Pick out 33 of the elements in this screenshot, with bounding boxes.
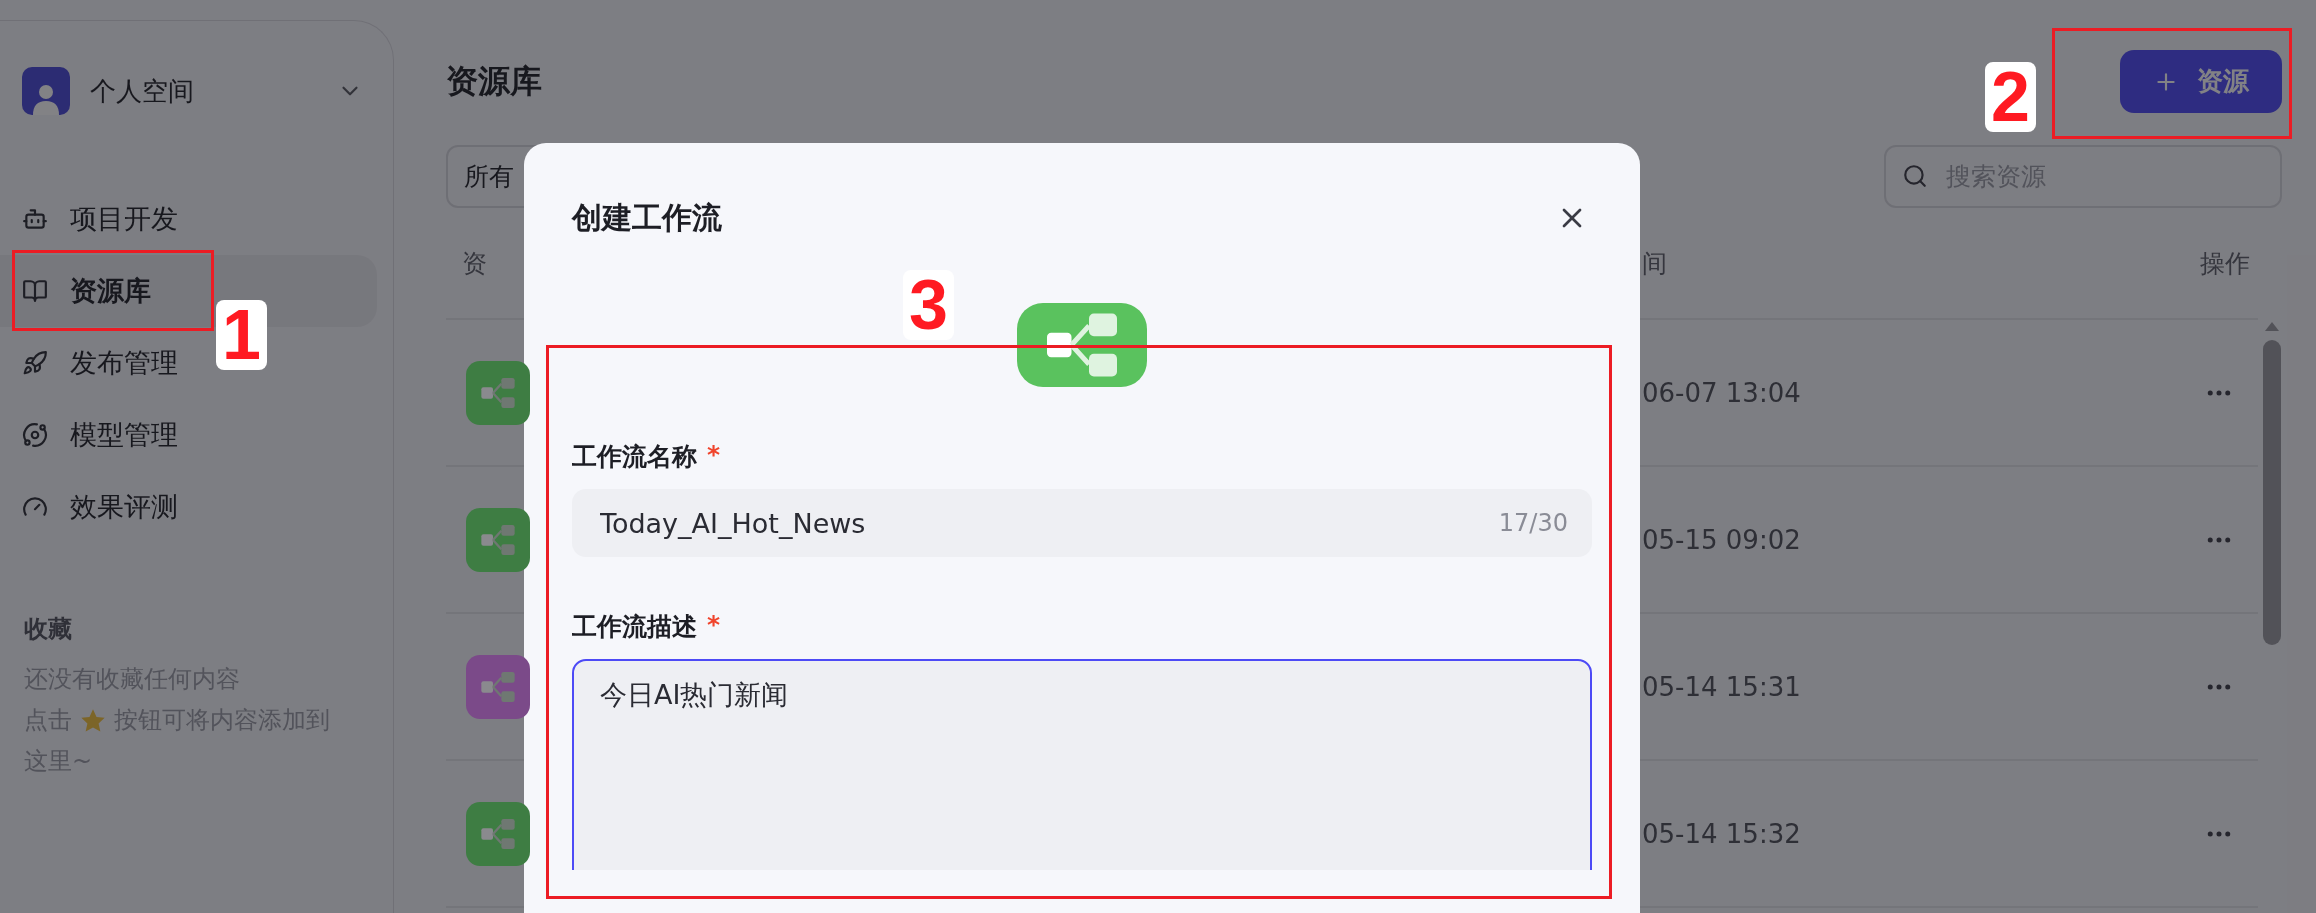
favorites-title: 收藏 (24, 614, 73, 645)
table-cell-text: 05-14 15:31 (1642, 671, 1802, 702)
dialog-title: 创建工作流 (572, 198, 722, 237)
add-resource-button[interactable]: 资源 (2120, 50, 2282, 113)
robot-icon (22, 206, 48, 232)
workflow-icon-tile[interactable] (1017, 303, 1147, 387)
column-header: 间 (1642, 247, 1668, 280)
table-cell-text: 05-15 09:02 (1642, 524, 1802, 555)
page-title: 资源库 (446, 60, 542, 102)
annotation-number: 1 (216, 300, 267, 370)
sidebar-item[interactable]: 发布管理 (0, 327, 198, 399)
workspace-avatar (22, 67, 70, 115)
field-label: 工作流描述 (572, 611, 697, 643)
character-counter: 17/30 (1498, 509, 1568, 537)
sidebar-item[interactable]: 模型管理 (0, 399, 198, 471)
required-mark: * (707, 440, 721, 471)
annotation-number: 2 (1985, 62, 2036, 132)
table-cell-text: 06-07 13:04 (1642, 377, 1802, 408)
sidebar-item[interactable]: 项目开发 (0, 183, 198, 255)
orbit-icon (22, 422, 48, 448)
column-header: 操作 (2200, 247, 2251, 280)
table-cell-text: 05-14 15:32 (1642, 818, 1802, 849)
sidebar-item[interactable]: 效果评测 (0, 471, 198, 543)
field-label: 工作流名称 (572, 441, 697, 473)
rocket-icon (22, 350, 48, 376)
required-mark: * (707, 610, 721, 641)
workspace-name[interactable]: 个人空间 (90, 73, 317, 109)
description-field[interactable]: 今日AI热门新闻 (572, 659, 1592, 870)
column-header: 资 (461, 247, 488, 280)
search-icon (1902, 163, 1928, 189)
scrollbar-thumb[interactable] (2263, 340, 2281, 645)
book-icon (22, 278, 48, 304)
annotation-number: 3 (903, 270, 954, 340)
